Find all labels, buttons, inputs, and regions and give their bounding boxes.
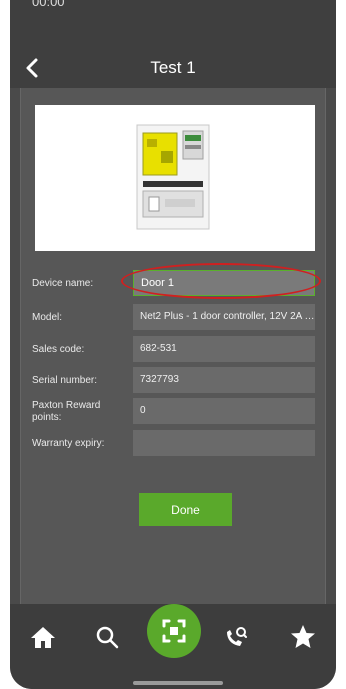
home-indicator	[133, 681, 223, 685]
device-name-label: Device name:	[32, 278, 94, 289]
tab-scan[interactable]	[147, 604, 201, 658]
device-name-row: Device name: Door 1	[21, 263, 325, 299]
search-icon	[96, 626, 119, 649]
warranty-expiry-row: Warranty expiry:	[21, 430, 325, 458]
scan-icon	[162, 619, 186, 643]
star-icon	[291, 625, 315, 648]
model-field[interactable]: Net2 Plus - 1 door controller, 12V 2A PS…	[133, 304, 315, 330]
tab-home[interactable]	[28, 622, 58, 652]
back-button[interactable]	[20, 55, 46, 81]
tab-support[interactable]	[220, 622, 250, 652]
sales-code-row: Sales code: 682-531	[21, 336, 325, 364]
serial-number-field[interactable]: 7327793	[133, 367, 315, 393]
reward-points-label: Paxton Reward points:	[32, 400, 101, 423]
tab-search[interactable]	[92, 622, 122, 652]
tab-bar	[10, 604, 336, 689]
model-label: Model:	[32, 312, 63, 323]
serial-number-row: Serial number: 7327793	[21, 367, 325, 395]
home-icon	[31, 627, 55, 648]
page-title: Test 1	[150, 58, 196, 77]
sales-code-field[interactable]: 682-531	[133, 336, 315, 362]
status-time: 00:00	[32, 0, 65, 9]
device-image	[35, 105, 315, 251]
tab-favourites[interactable]	[288, 622, 318, 652]
device-details-panel: Device name: Door 1 Model: Net2 Plus - 1…	[20, 88, 326, 604]
status-bar: 00:00	[10, 0, 336, 48]
done-button[interactable]: Done	[139, 493, 232, 526]
warranty-expiry-field[interactable]	[133, 430, 315, 456]
reward-points-row: Paxton Reward points: 0	[21, 398, 325, 426]
header-bar: Test 1	[10, 48, 336, 88]
phone-search-icon	[227, 627, 247, 646]
sales-code-label: Sales code:	[32, 344, 85, 355]
reward-points-field[interactable]: 0	[133, 398, 315, 424]
controller-illustration	[136, 124, 210, 230]
model-row: Model: Net2 Plus - 1 door controller, 12…	[21, 304, 325, 332]
chevron-left-icon	[26, 58, 38, 78]
serial-number-label: Serial number:	[32, 375, 98, 386]
device-name-field[interactable]: Door 1	[133, 270, 315, 296]
warranty-expiry-label: Warranty expiry:	[32, 438, 105, 449]
phone-screen: 00:00 Test 1 Device name: Door 1 Model: …	[10, 0, 336, 689]
